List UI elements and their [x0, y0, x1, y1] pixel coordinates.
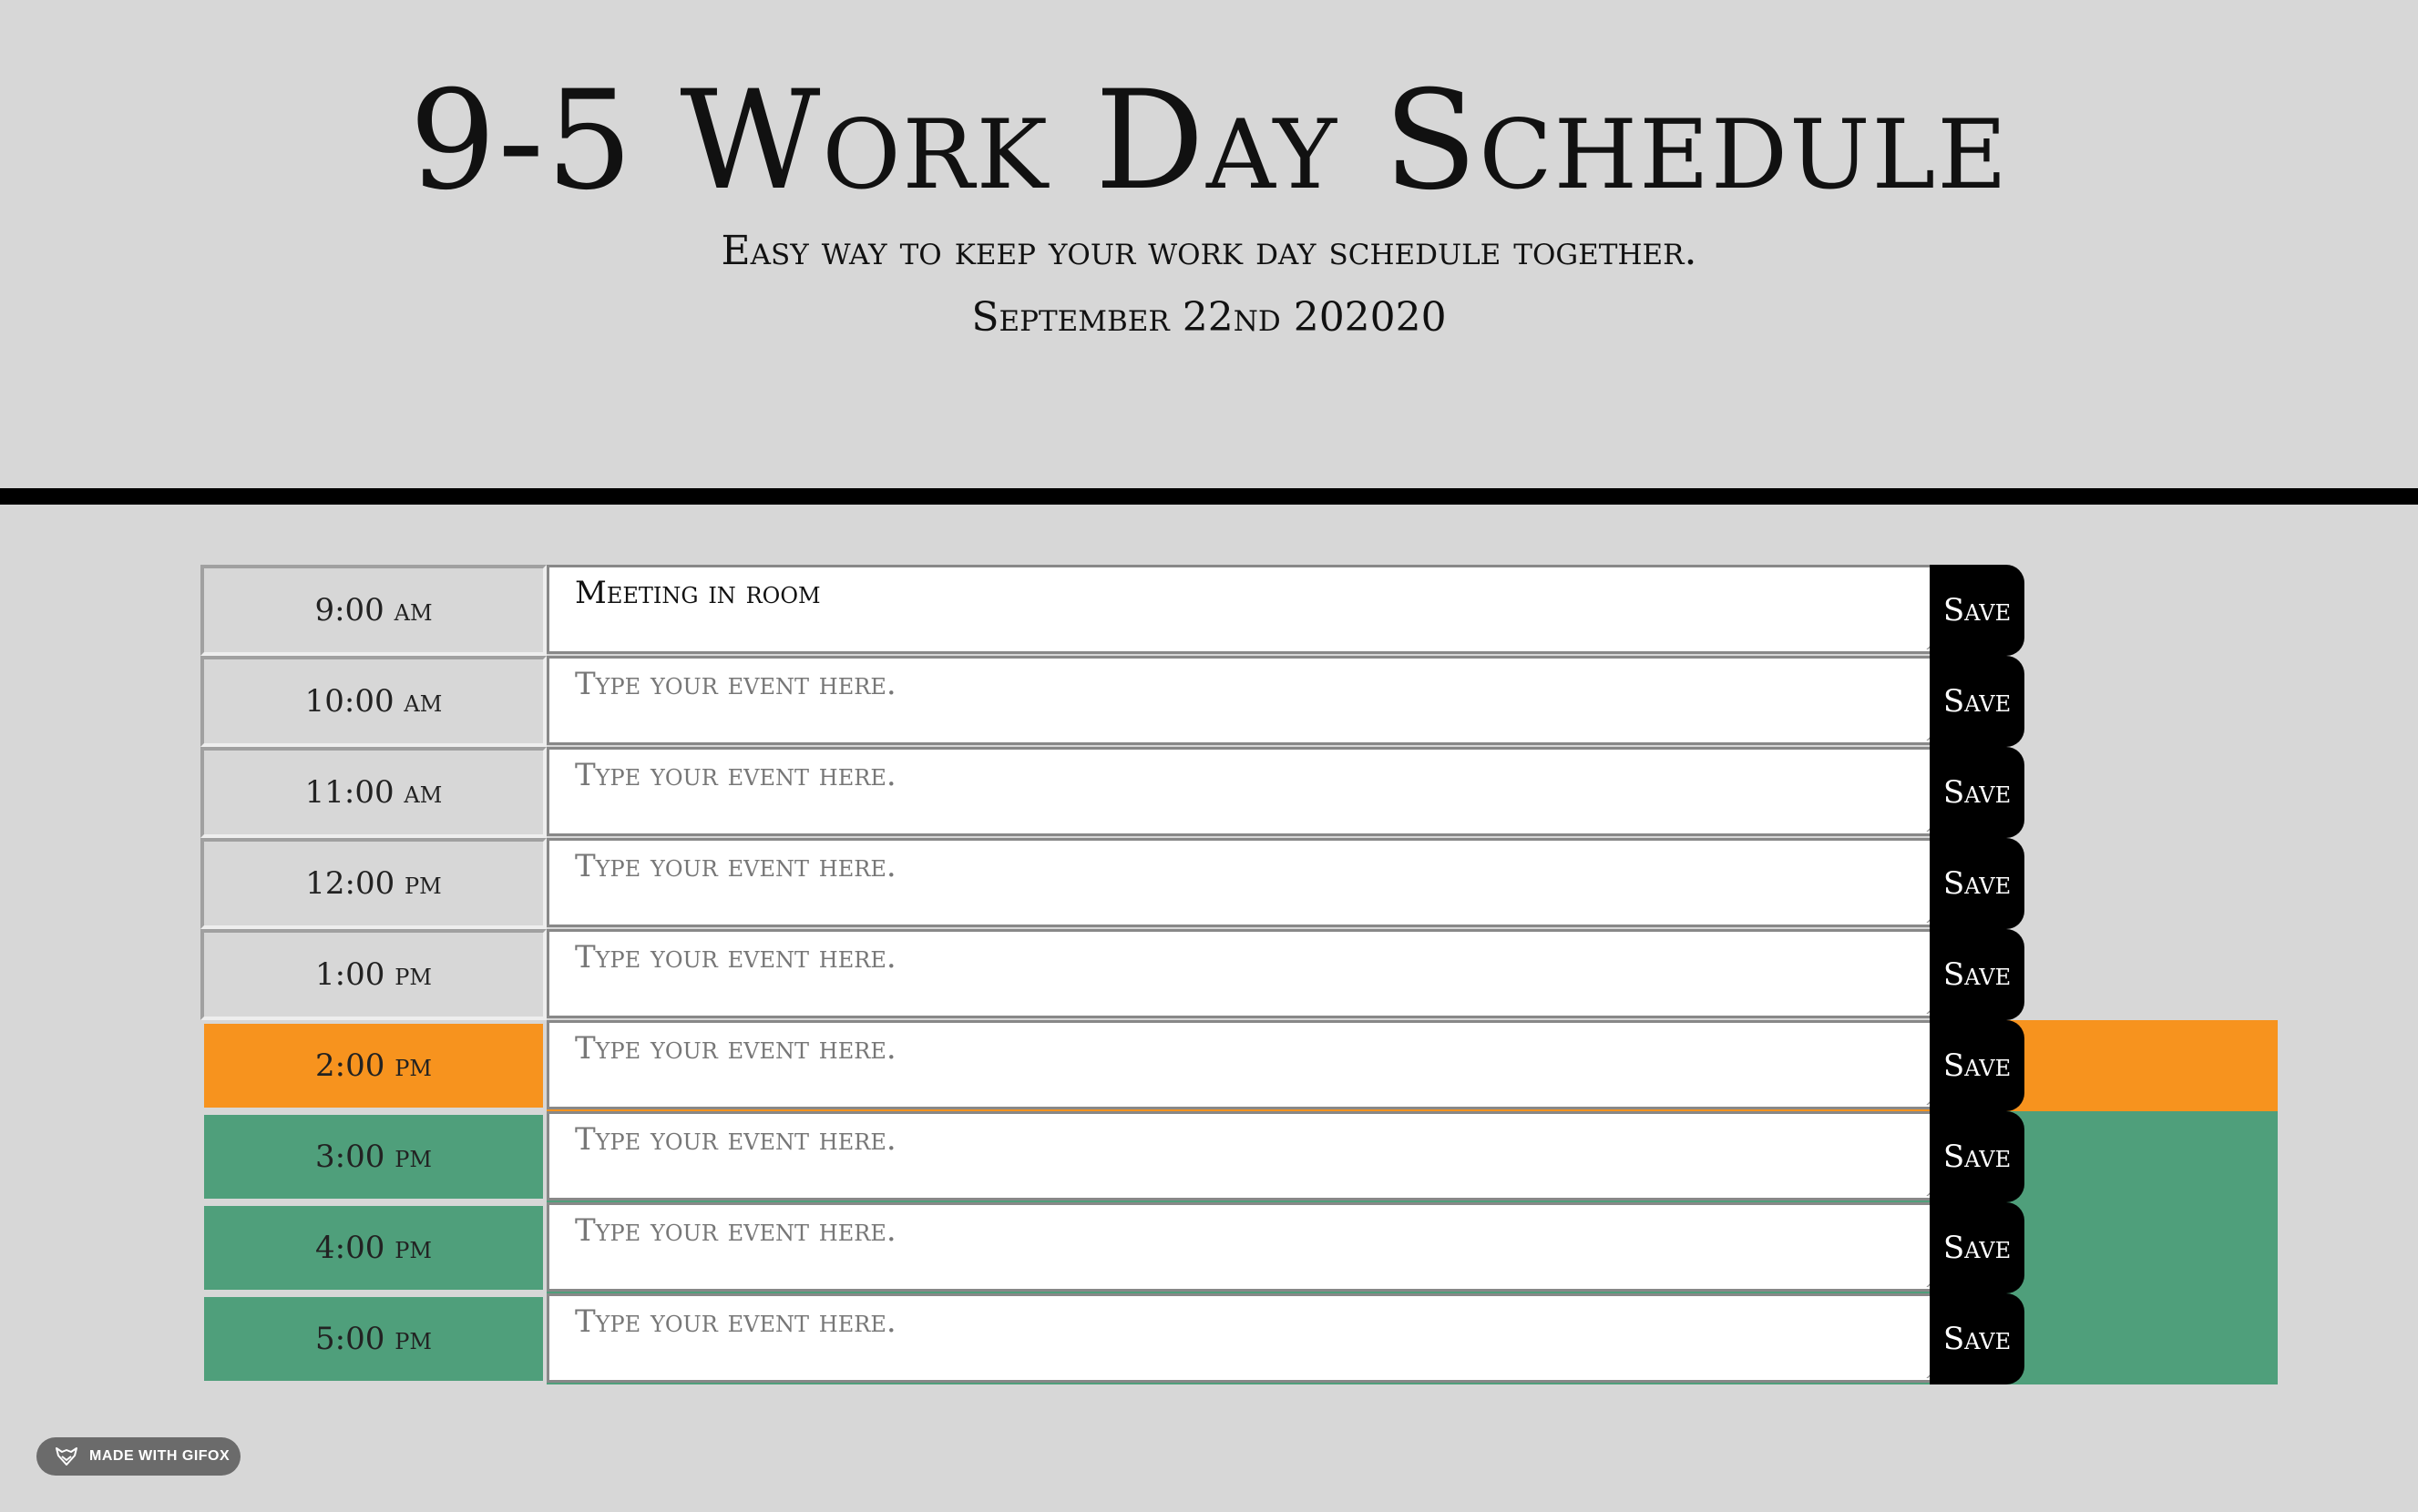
- time-block-row: 9:00 am Meeting in room Save: [200, 565, 2278, 656]
- header-divider: [0, 488, 2418, 505]
- time-block-row: 5:00 pm Type your event here. Save: [200, 1293, 2278, 1384]
- page-header: 9-5 Work Day Schedule Easy way to keep y…: [0, 0, 2418, 488]
- hour-label: 4:00 pm: [200, 1202, 547, 1293]
- save-button[interactable]: Save: [1930, 1111, 2024, 1202]
- event-text: Type your event here.: [575, 666, 897, 702]
- save-button[interactable]: Save: [1930, 656, 2024, 747]
- event-textarea[interactable]: Type your event here.: [547, 1020, 1942, 1109]
- hour-label: 12:00 pm: [200, 838, 547, 929]
- event-text: Type your event here.: [575, 757, 897, 793]
- time-block-row: 2:00 pm Type your event here. Save: [200, 1020, 2278, 1111]
- event-text: Type your event here.: [575, 1212, 897, 1249]
- save-button[interactable]: Save: [1930, 1202, 2024, 1293]
- save-button[interactable]: Save: [1930, 565, 2024, 656]
- event-text: Type your event here.: [575, 1030, 897, 1067]
- hour-label: 1:00 pm: [200, 929, 547, 1020]
- current-date: September 22nd 202020: [971, 294, 1447, 341]
- save-button[interactable]: Save: [1930, 838, 2024, 929]
- event-textarea[interactable]: Type your event here.: [547, 929, 1942, 1018]
- event-textarea[interactable]: Type your event here.: [547, 656, 1942, 745]
- save-button[interactable]: Save: [1930, 747, 2024, 838]
- hour-label: 2:00 pm: [200, 1020, 547, 1111]
- event-textarea[interactable]: Type your event here.: [547, 1111, 1942, 1200]
- event-text: Meeting in room: [575, 575, 821, 611]
- event-text: Type your event here.: [575, 1121, 897, 1158]
- event-textarea[interactable]: Type your event here.: [547, 747, 1942, 836]
- event-textarea[interactable]: Type your event here.: [547, 838, 1942, 927]
- hour-label: 9:00 am: [200, 565, 547, 656]
- schedule-container: 9:00 am Meeting in room Save 10:00 am Ty…: [200, 565, 2278, 1384]
- time-block-row: 10:00 am Type your event here. Save: [200, 656, 2278, 747]
- save-button[interactable]: Save: [1930, 929, 2024, 1020]
- save-button[interactable]: Save: [1930, 1020, 2024, 1111]
- hour-label: 3:00 pm: [200, 1111, 547, 1202]
- hour-label: 10:00 am: [200, 656, 547, 747]
- badge-label: MADE WITH GIFOX: [89, 1448, 231, 1464]
- page-title: 9-5 Work Day Schedule: [409, 62, 2009, 220]
- event-textarea[interactable]: Meeting in room: [547, 565, 1942, 654]
- event-text: Type your event here.: [575, 848, 897, 884]
- time-block-row: 4:00 pm Type your event here. Save: [200, 1202, 2278, 1293]
- hour-label: 11:00 am: [200, 747, 547, 838]
- event-textarea[interactable]: Type your event here.: [547, 1293, 1942, 1383]
- time-block-row: 3:00 pm Type your event here. Save: [200, 1111, 2278, 1202]
- page-subtitle: Easy way to keep your work day schedule …: [721, 228, 1697, 274]
- hour-label: 5:00 pm: [200, 1293, 547, 1384]
- event-text: Type your event here.: [575, 1303, 897, 1340]
- time-block-row: 1:00 pm Type your event here. Save: [200, 929, 2278, 1020]
- time-block-row: 12:00 pm Type your event here. Save: [200, 838, 2278, 929]
- event-text: Type your event here.: [575, 939, 897, 976]
- time-block-row: 11:00 am Type your event here. Save: [200, 747, 2278, 838]
- made-with-gifox-badge[interactable]: MADE WITH GIFOX: [36, 1437, 241, 1476]
- save-button[interactable]: Save: [1930, 1293, 2024, 1384]
- fox-icon: [56, 1447, 77, 1466]
- event-textarea[interactable]: Type your event here.: [547, 1202, 1942, 1292]
